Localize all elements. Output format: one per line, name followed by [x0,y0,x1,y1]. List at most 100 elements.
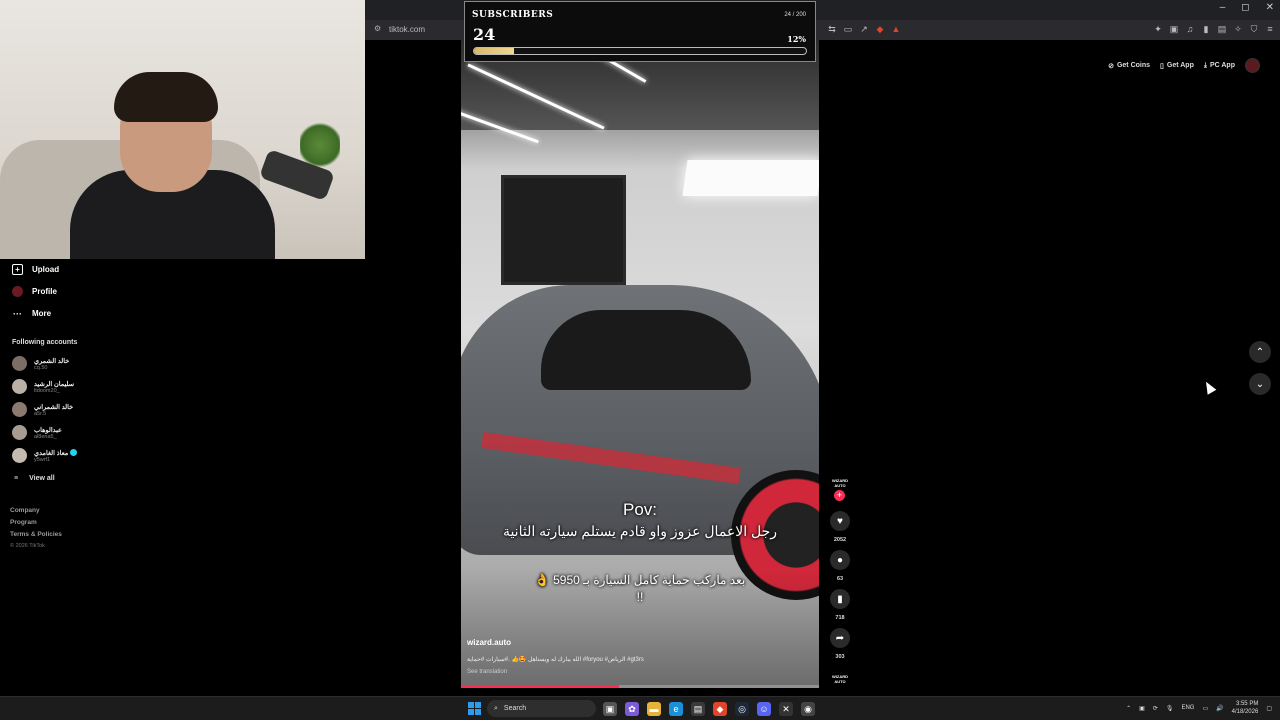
close-button[interactable]: ✕ [1266,2,1274,13]
microphone-icon[interactable]: 🎙 [1166,705,1174,712]
network-icon[interactable]: ▭ [1202,705,1208,712]
caption-line-1: رجل الاعمال عزوز واو قادم يستلم سيارته ا… [502,523,778,539]
follow-plus-icon[interactable]: + [834,490,845,501]
video-progress-bar[interactable] [461,685,819,688]
subscriber-count: 24 [473,25,496,44]
sidebar-icon[interactable]: ▮ [1201,24,1211,35]
previous-video-button[interactable]: ⌃ [1249,341,1271,363]
site-info-icon[interactable]: ⚙ [374,24,381,33]
app-icon[interactable]: ✕ [779,702,793,716]
bookmark-icon: ▮ [837,593,843,605]
taskbar-search[interactable]: ⌕ Search [487,700,596,717]
get-coins-label: Get Coins [1116,62,1151,69]
steam-icon[interactable]: ◎ [735,702,749,716]
avatar [12,402,27,417]
account-handle: a5r.5 [34,410,47,417]
leo-icon[interactable]: ✧ [1233,24,1243,35]
file-explorer-icon[interactable]: ▬ [647,702,661,716]
video-car-window [541,310,751,390]
download-icon: ⤓ [1203,61,1207,69]
comment-count: 63 [836,576,844,582]
video-description: الله يبارك له ويستاهل 🤩👍 .#سيارات #حماية… [467,657,644,663]
subscriber-percent: 12% [787,34,806,44]
brave-icon[interactable]: ◆ [713,702,727,716]
screenshot-icon[interactable]: ▣ [1169,24,1179,35]
translate-icon[interactable]: ⇆ [827,24,837,35]
save-button[interactable]: ▮ [830,589,850,609]
profile-avatar[interactable] [1245,58,1260,73]
tray-sync-icon[interactable]: ⟳ [1153,705,1158,712]
footer-link-program[interactable]: Program [10,519,62,526]
language-indicator[interactable]: ENG [1181,705,1194,711]
cast-icon[interactable]: ▭ [843,24,853,35]
pc-app-button[interactable]: ⤓ PC App [1204,62,1235,70]
avatar [12,356,27,371]
like-button[interactable]: ♥ [830,511,850,531]
sidebar-item-upload[interactable]: + Upload [12,264,59,275]
following-account[interactable]: عبدالوهاب al8ena5_ [12,425,62,440]
start-button[interactable] [468,702,481,715]
sidebar-item-label: Profile [32,287,57,296]
task-view-icon[interactable]: ▣ [603,702,617,716]
video-author[interactable]: wizard.auto [467,638,511,647]
author-logo[interactable]: WIZARD AUTO [830,478,850,488]
pc-app-label: PC App [1209,62,1235,69]
top-actions: ⊘ Get Coins ▯ Get App ⤓ PC App [1108,58,1260,73]
see-translation-link[interactable]: See translation [467,669,507,675]
edge-icon[interactable]: e [669,702,683,716]
subscriber-goal-overlay: SUBSCRIBERS 24 24 / 200 12% [464,1,816,62]
share-button[interactable]: ➦ [830,628,850,648]
following-account[interactable]: خالد الشمراني a5r.5 [12,402,73,417]
next-video-button[interactable]: ⌄ [1249,373,1271,395]
share-count: 303 [835,654,845,660]
footer-links: Company Program Terms & Policies © 2026 … [10,507,62,549]
phone-icon: ▯ [1160,62,1164,70]
mouse-cursor-icon [1201,379,1217,395]
following-accounts-heading: Following accounts [12,339,78,346]
store-icon[interactable]: ▤ [691,702,705,716]
music-disc-logo[interactable]: WIZARD AUTO [830,674,850,684]
get-app-button[interactable]: ▯ Get App [1160,62,1194,70]
menu-icon[interactable]: ≡ [1265,24,1275,35]
clock-time: 3:55 PM [1235,701,1259,707]
wallet-icon[interactable]: ▤ [1217,24,1227,35]
copilot-icon[interactable]: ✿ [625,702,639,716]
brave-rewards-icon[interactable]: ▲ [891,24,901,35]
account-handle: cq.50 [34,364,48,371]
toolbar-icons: ⇆ ▭ ↗ ◆ ▲ ✦ ▣ ♫ ▮ ▤ ✧ ⛉ ≡ [827,24,1272,35]
tray-app-icon[interactable]: ▣ [1139,705,1145,712]
clock[interactable]: 3:55 PM 4/18/2026 [1232,700,1259,716]
share-icon[interactable]: ↗ [859,24,869,35]
maximize-button[interactable]: ◻ [1241,2,1249,13]
account-handle: ltdoom20_ [34,387,60,394]
following-account[interactable]: خالد الشمري cq.50 [12,356,69,371]
vpn-icon[interactable]: ⛉ [1249,24,1259,35]
media-icon[interactable]: ♫ [1185,24,1195,35]
notification-icon[interactable]: ▢ [1266,705,1272,712]
avatar [12,425,27,440]
tray-expand-icon[interactable]: ⌃ [1126,705,1131,712]
discord-icon[interactable]: ☺ [757,702,771,716]
window-controls: – ◻ ✕ [1220,2,1274,13]
get-coins-button[interactable]: ⊘ Get Coins [1108,62,1150,70]
sidebar-item-label: Upload [32,265,60,274]
webcam-overlay [0,0,365,259]
account-handle: y5wrf1 [34,456,51,463]
brave-shield-icon[interactable]: ◆ [875,24,885,35]
video-progress-fill [461,685,619,688]
plus-square-icon: + [12,264,23,275]
comment-button[interactable]: ● [830,550,850,570]
sidebar-item-profile[interactable]: Profile [12,286,57,297]
following-account[interactable]: سليمان الرشيد ltdoom20_ [12,379,74,394]
view-all-link[interactable]: ≡ View all [14,475,55,482]
footer-link-company[interactable]: Company [10,507,62,514]
volume-icon[interactable]: 🔊 [1216,705,1223,712]
sidebar-item-more[interactable]: ··· More [12,308,51,319]
video-player[interactable]: Pov: رجل الاعمال عزوز واو قادم يستلم سيا… [461,40,819,688]
extensions-icon[interactable]: ✦ [1153,24,1163,35]
url-text[interactable]: tiktok.com [389,25,425,34]
footer-link-terms[interactable]: Terms & Policies [10,531,62,538]
following-account[interactable]: معاذ الغامدي y5wrf1 [12,448,78,463]
minimize-button[interactable]: – [1220,2,1226,13]
obs-icon[interactable]: ◉ [801,702,815,716]
